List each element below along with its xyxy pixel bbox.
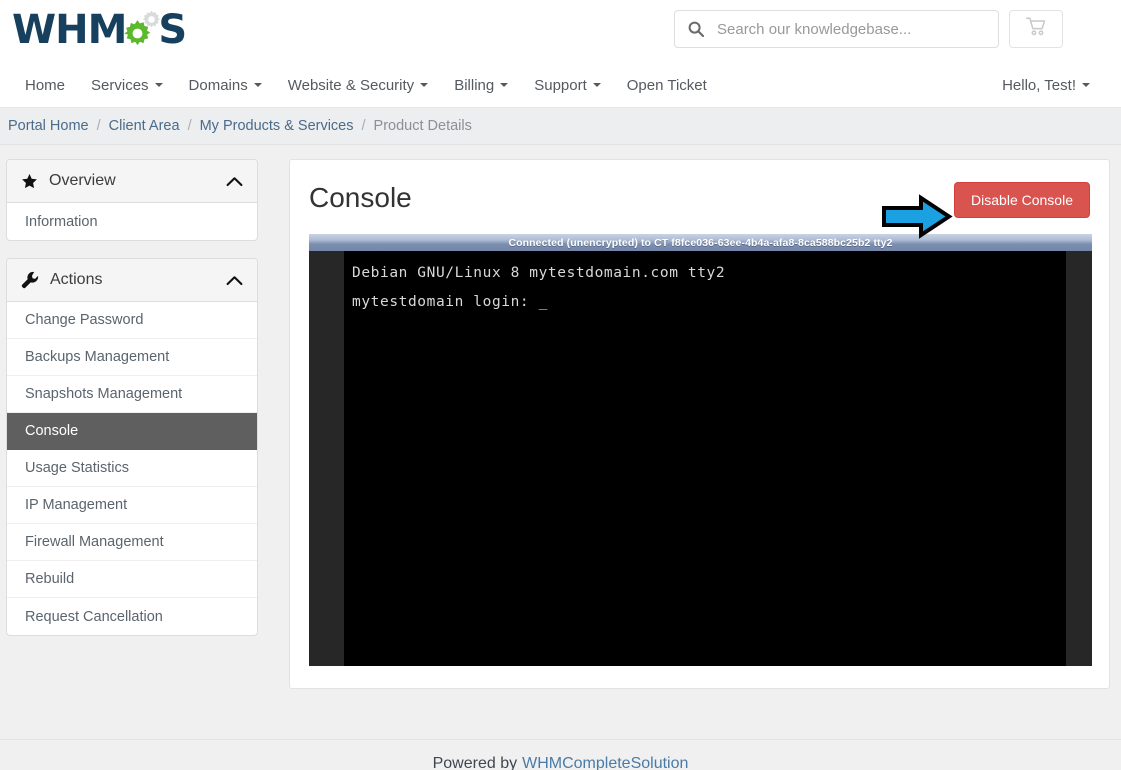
breadcrumb-item-client-area[interactable]: Client Area — [109, 118, 180, 134]
chevron-down-icon — [154, 83, 163, 87]
nav-item-support[interactable]: Support — [521, 77, 614, 94]
nav-item-home[interactable]: Home — [12, 77, 78, 94]
disable-console-button[interactable]: Disable Console — [954, 182, 1090, 218]
sidebar-item-label: Firewall Management — [25, 534, 164, 550]
sidebar-item-label: Console — [25, 423, 79, 439]
nav-item-label: Domains — [188, 76, 248, 94]
nav-item-account[interactable]: Hello, Test! — [989, 77, 1103, 94]
terminal-screen[interactable]: Debian GNU/Linux 8 mytestdomain.com tty2… — [344, 251, 1066, 666]
sidebar-panel-overview: Overview Information — [6, 159, 258, 241]
sidebar-item-rebuild[interactable]: Rebuild — [7, 561, 257, 598]
knowledgebase-search[interactable] — [674, 10, 999, 48]
footer-prefix: Powered by — [432, 755, 518, 770]
terminal-line-1: Debian GNU/Linux 8 mytestdomain.com tty2 — [352, 265, 726, 281]
sidebar-item-label: Change Password — [25, 312, 144, 328]
sidebar-item-change-password[interactable]: Change Password — [7, 302, 257, 339]
breadcrumb-separator: / — [96, 118, 101, 134]
nav-item-domains[interactable]: Domains — [176, 77, 275, 94]
gear-large-icon — [124, 20, 151, 46]
sidebar-item-snapshots-management[interactable]: Snapshots Management — [7, 376, 257, 413]
footer-link-whmcompletesolution[interactable]: WHMCompleteSolution — [522, 755, 688, 770]
sidebar-item-label: Snapshots Management — [25, 386, 183, 402]
nav-item-billing[interactable]: Billing — [441, 77, 521, 94]
nav-item-website-security[interactable]: Website & Security — [275, 77, 441, 94]
sidebar: Overview Information Actions Change Pass… — [6, 159, 258, 653]
sidebar-panel-header-actions[interactable]: Actions — [7, 259, 257, 302]
whmcs-logo[interactable]: WHM S — [12, 4, 187, 56]
sidebar-panel-title: Overview — [49, 172, 116, 189]
console-terminal: Connected (unencrypted) to CT f8fce036-6… — [309, 234, 1092, 666]
sidebar-item-firewall-management[interactable]: Firewall Management — [7, 524, 257, 561]
sidebar-panel-actions: Actions Change Password Backups Manageme… — [6, 258, 258, 636]
breadcrumb: Portal Home / Client Area / My Products … — [0, 108, 1121, 145]
sidebar-item-label: Information — [25, 213, 98, 230]
breadcrumb-separator: / — [361, 118, 366, 134]
breadcrumb-item-product-details: Product Details — [373, 118, 472, 134]
breadcrumb-item-my-products-services[interactable]: My Products & Services — [200, 118, 354, 134]
sidebar-item-backups-management[interactable]: Backups Management — [7, 339, 257, 376]
breadcrumb-separator: / — [187, 118, 192, 134]
sidebar-item-label: IP Management — [25, 497, 128, 513]
account-menu-label: Hello, Test! — [1002, 76, 1076, 94]
sidebar-panel-header-overview[interactable]: Overview — [7, 160, 257, 203]
chevron-down-icon — [420, 83, 429, 87]
sidebar-item-request-cancellation[interactable]: Request Cancellation — [7, 598, 257, 635]
sidebar-item-label: Request Cancellation — [25, 608, 163, 625]
logo-gears — [123, 8, 163, 52]
terminal-connection-status: Connected (unencrypted) to CT f8fce036-6… — [309, 234, 1092, 251]
terminal-line-3: mytestdomain login: _ — [352, 294, 548, 310]
nav-item-label: Support — [534, 76, 587, 94]
sidebar-item-label: Rebuild — [25, 571, 75, 587]
console-panel-header: Console Disable Console — [309, 178, 1090, 239]
nav-items: Home Services Domains Website & Security… — [12, 62, 720, 108]
sidebar-item-ip-management[interactable]: IP Management — [7, 487, 257, 524]
sidebar-item-usage-statistics[interactable]: Usage Statistics — [7, 450, 257, 487]
console-panel: Console Disable Console Connected (unenc… — [289, 159, 1110, 689]
nav-item-label: Website & Security — [287, 76, 415, 94]
shopping-cart-icon — [1025, 17, 1046, 41]
page-body: Overview Information Actions Change Pass… — [0, 145, 1121, 739]
star-icon — [21, 173, 38, 190]
chevron-down-icon — [253, 83, 262, 87]
terminal-frame: Debian GNU/Linux 8 mytestdomain.com tty2… — [309, 251, 1092, 666]
chevron-down-icon — [500, 83, 509, 87]
chevron-up-icon[interactable] — [226, 275, 243, 286]
nav-item-open-ticket[interactable]: Open Ticket — [614, 77, 720, 94]
main-navigation: Home Services Domains Website & Security… — [0, 62, 1121, 108]
nav-item-label: Services — [91, 76, 149, 94]
logo-text-left: WHM — [12, 7, 127, 53]
nav-item-label: Billing — [454, 76, 495, 94]
site-header: WHM S — [0, 0, 1121, 62]
wrench-icon — [21, 271, 39, 289]
sidebar-item-label: Usage Statistics — [25, 460, 129, 476]
account-menu[interactable]: Hello, Test! — [989, 62, 1103, 108]
logo-wordmark: WHM S — [12, 7, 187, 53]
nav-item-label: Open Ticket — [626, 76, 707, 94]
cart-button[interactable] — [1009, 10, 1063, 48]
search-icon — [675, 21, 717, 37]
sidebar-item-information[interactable]: Information — [7, 203, 257, 240]
sidebar-item-console[interactable]: Console — [7, 413, 257, 450]
nav-item-services[interactable]: Services — [78, 77, 176, 94]
sidebar-item-label: Backups Management — [25, 349, 170, 365]
sidebar-panel-title: Actions — [50, 271, 103, 288]
search-input[interactable] — [717, 11, 998, 47]
breadcrumb-item-portal-home[interactable]: Portal Home — [8, 118, 89, 134]
chevron-down-icon — [592, 83, 601, 87]
nav-item-label: Home — [25, 76, 66, 94]
chevron-down-icon — [1082, 83, 1090, 87]
site-footer: Powered by WHMCompleteSolution — [0, 739, 1121, 770]
chevron-up-icon[interactable] — [226, 176, 243, 187]
